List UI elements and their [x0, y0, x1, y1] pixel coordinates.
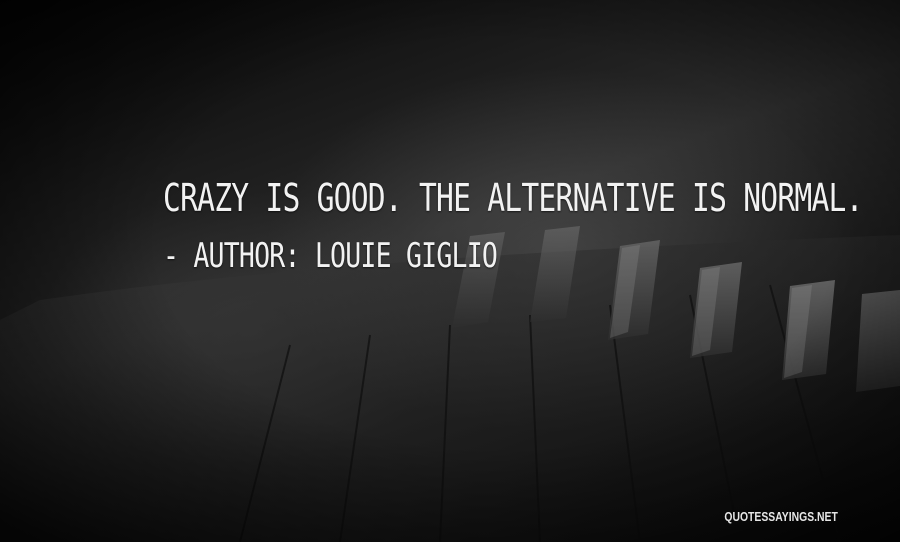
quote-author: - Author: Louie Giglio — [163, 236, 498, 276]
site-watermark: QUOTESSAYINGS.NET — [724, 509, 838, 524]
quote-image: Crazy is good. The alternative is normal… — [0, 0, 900, 542]
quote-text: Crazy is good. The alternative is normal… — [163, 176, 863, 220]
